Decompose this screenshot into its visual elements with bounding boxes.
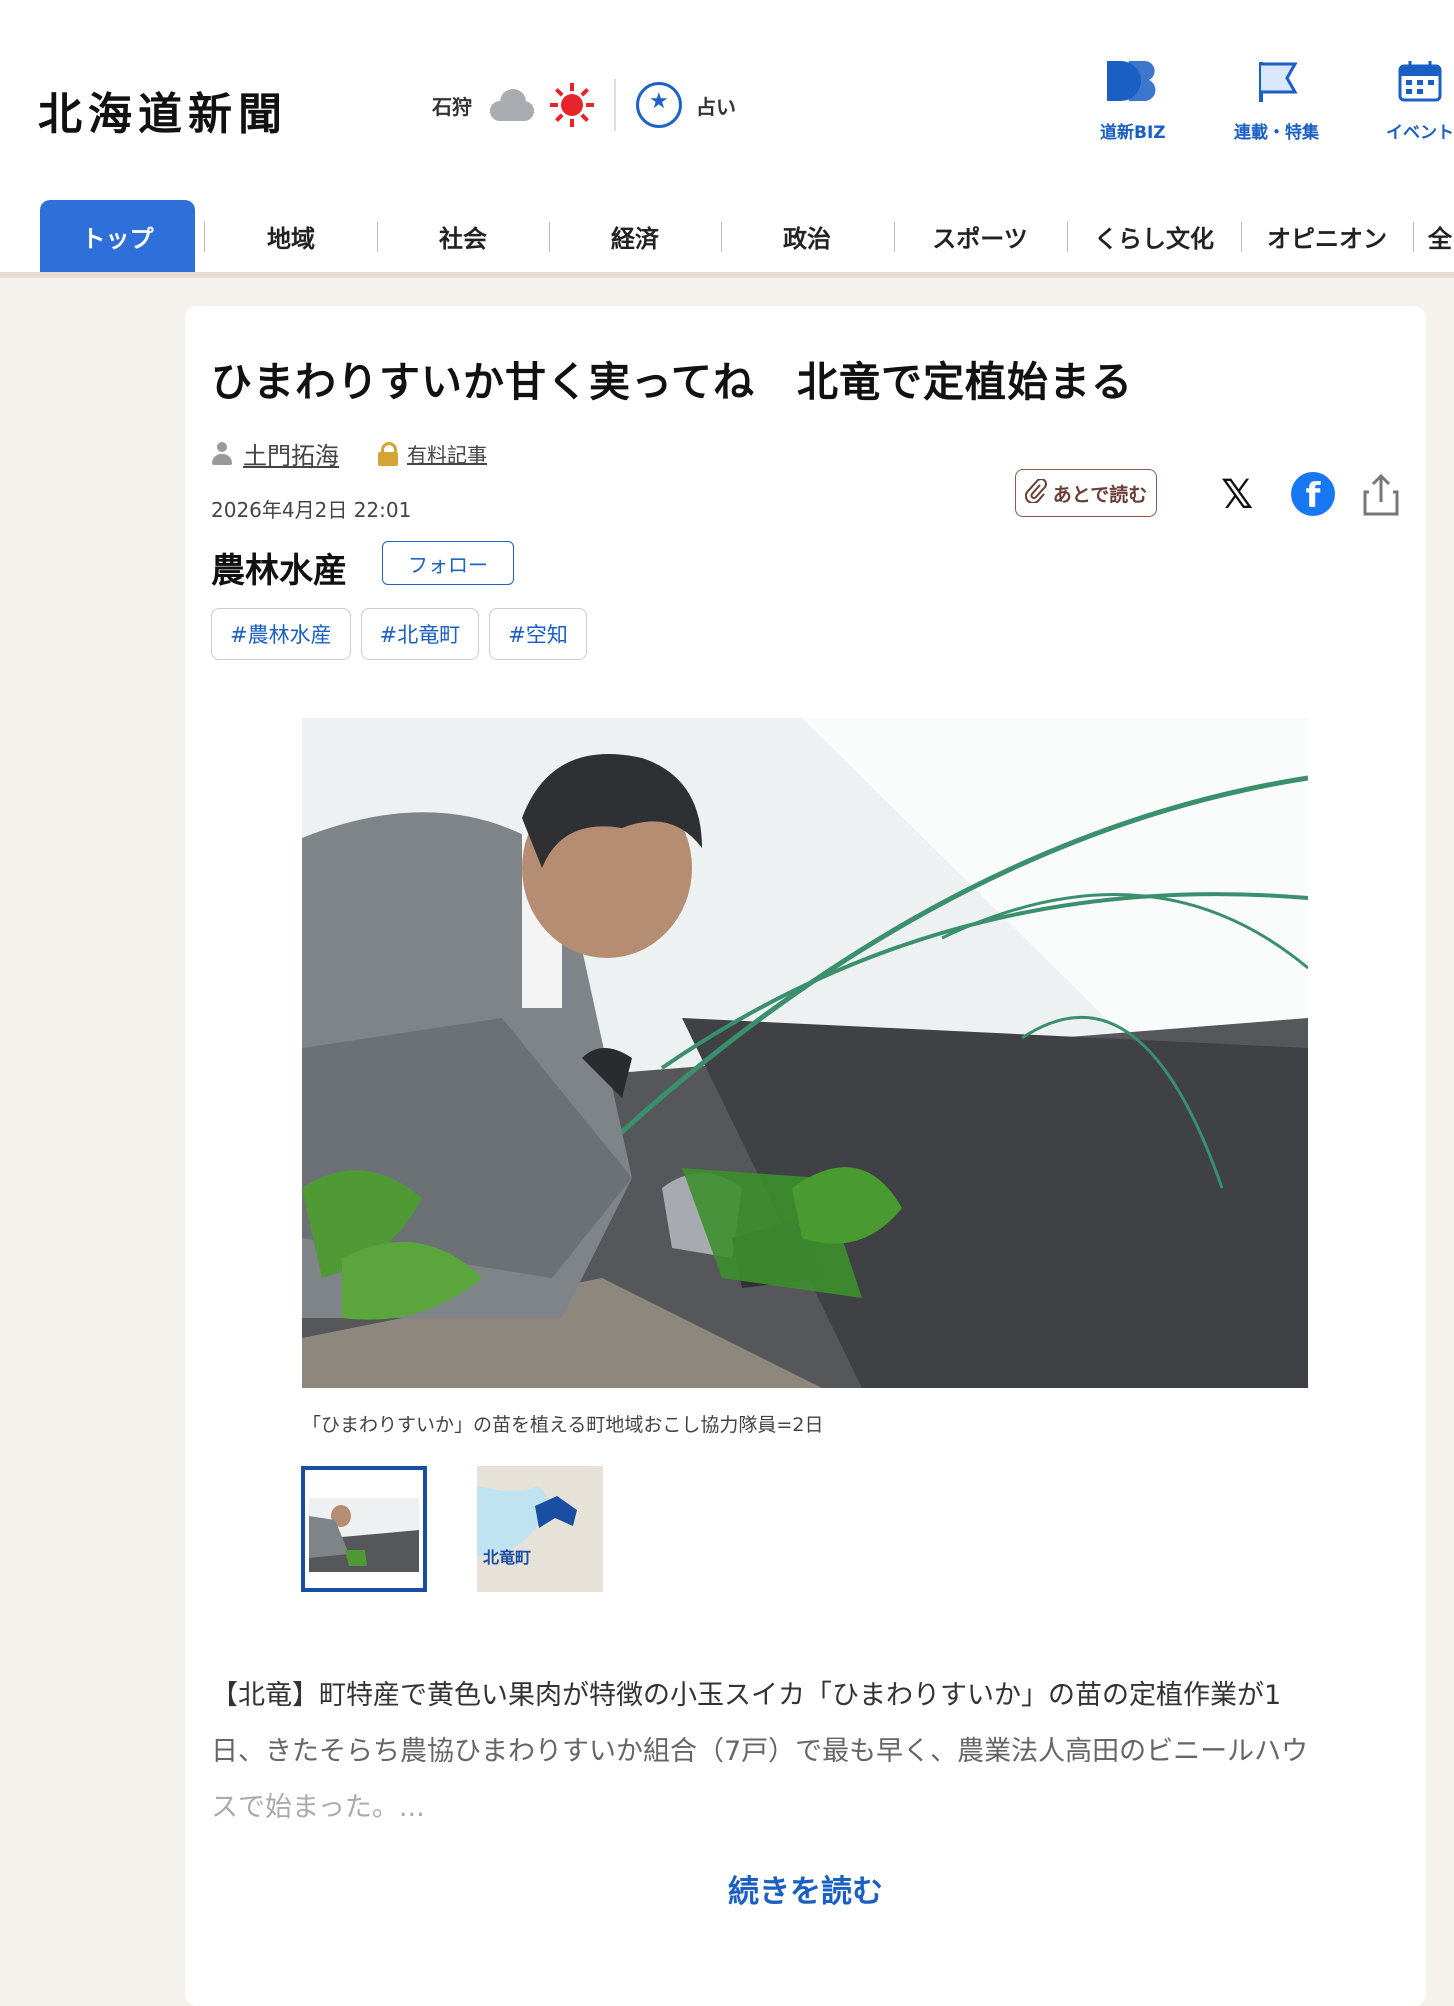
x-share-icon[interactable]: 𝕏 [1221, 472, 1253, 518]
paperclip-icon [1024, 477, 1047, 508]
article-title: ひまわりすいか甘く実ってね 北竜で定植始まる [211, 358, 1133, 406]
follow-button[interactable]: フォロー [382, 541, 514, 585]
cloud-icon [486, 87, 536, 123]
map-thumbnail[interactable]: 北竜町 [477, 1466, 603, 1592]
byline: 土門拓海 有料記事 [211, 436, 487, 471]
tab-sports[interactable]: スポーツ [894, 200, 1066, 272]
weather-location: 石狩 [432, 94, 472, 119]
article-photo[interactable] [302, 718, 1308, 1388]
tab-all[interactable]: 全 [1428, 200, 1454, 272]
share-icon[interactable] [1361, 472, 1401, 518]
body-line: 日、きたそらち農協ひまわりすいか組合（7戸）で最も早く、農業法人高田のビニールハ… [211, 1736, 1309, 1767]
tab-top[interactable]: トップ [40, 200, 195, 272]
tab-society[interactable]: 社会 [377, 200, 549, 272]
site-logo[interactable]: 北海道新聞 [38, 78, 288, 142]
tab-economy[interactable]: 経済 [549, 200, 721, 272]
nav-dosin-biz[interactable]: 道新BIZ [1100, 58, 1166, 143]
nav-series[interactable]: 連載・特集 [1234, 58, 1319, 143]
read-later-label: あとで読む [1052, 483, 1148, 506]
tab-politics[interactable]: 政治 [721, 200, 893, 272]
person-icon [211, 441, 233, 466]
read-more-link[interactable]: 続きを読む [185, 1866, 1426, 1911]
category-label: 農林水産 [211, 551, 347, 591]
publish-date: 2026年4月2日 22:01 [211, 498, 412, 522]
article-body: 【北竜】町特産で黄色い果肉が特徴の小玉スイカ「ひまわりすいか」の苗の定植作業が1… [211, 1668, 1391, 1836]
sun-icon [550, 83, 594, 127]
paid-article-badge: 有料記事 [377, 439, 487, 468]
site-header: 北海道新聞 石狩 ★ 占い 道新BIZ 連載・特集 イベント [0, 0, 1454, 200]
nav-label: イベント [1386, 123, 1454, 143]
lock-icon [377, 441, 399, 466]
tag-item[interactable]: #空知 [489, 608, 587, 660]
author-link[interactable]: 土門拓海 [243, 436, 339, 471]
facebook-share-icon[interactable]: f [1291, 472, 1335, 516]
photo-thumbnail[interactable] [301, 1466, 427, 1592]
nav-label: 連載・特集 [1234, 123, 1319, 143]
map-label: 北竜町 [483, 1548, 532, 1567]
tag-item[interactable]: #農林水産 [211, 608, 351, 660]
body-line: 【北竜】町特産で黄色い果肉が特徴の小玉スイカ「ひまわりすいか」の苗の定植作業が1 [211, 1680, 1282, 1711]
tag-item[interactable]: #北竜町 [360, 608, 480, 660]
read-later-button[interactable]: あとで読む [1015, 469, 1157, 517]
divider [614, 79, 616, 131]
db-logo-icon [1105, 58, 1161, 104]
weather-widget[interactable]: 石狩 ★ 占い [432, 70, 736, 140]
fortune-label[interactable]: 占い [696, 91, 736, 120]
paid-article-link[interactable]: 有料記事 [407, 439, 487, 468]
tab-opinion[interactable]: オピニオン [1241, 200, 1413, 272]
article-card: ひまわりすいか甘く実ってね 北竜で定植始まる 土門拓海 有料記事 2026年4月… [185, 306, 1426, 2006]
tab-region[interactable]: 地域 [205, 200, 377, 272]
calendar-icon [1396, 58, 1444, 104]
category-tabs: トップ 地域 社会 経済 政治 スポーツ くらし文化 オピニオン 全 [0, 200, 1454, 278]
nav-events[interactable]: イベント [1386, 58, 1454, 143]
fortune-icon: ★ [636, 82, 682, 128]
flag-icon [1253, 58, 1301, 104]
photo-caption: 「ひまわりすいか」の苗を植える町地域おこし協力隊員=2日 [302, 1414, 824, 1436]
nav-label: 道新BIZ [1100, 123, 1166, 143]
body-line: スで始まった。... [211, 1792, 425, 1823]
tab-culture[interactable]: くらし文化 [1067, 200, 1241, 272]
tag-list: #農林水産 #北竜町 #空知 [211, 608, 587, 660]
